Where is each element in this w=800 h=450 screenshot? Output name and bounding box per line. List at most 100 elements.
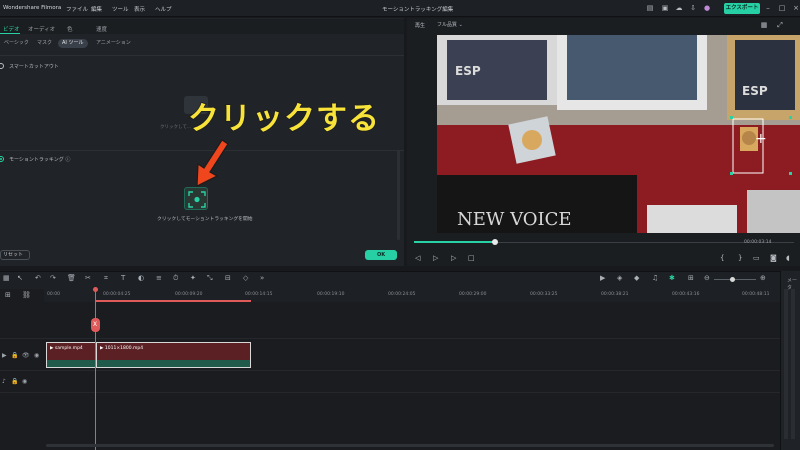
zoom-slider[interactable] [714,279,756,280]
color-icon[interactable]: ◐ [138,274,144,282]
mark-out-icon[interactable]: } [738,254,742,262]
menu-view[interactable]: 表示 [134,5,145,13]
prev-frame-icon[interactable]: ◁ [415,254,420,262]
app-name: Wondershare Filmora [3,5,62,11]
playhead-top[interactable] [93,287,98,292]
panel-scrollbar[interactable] [397,150,400,240]
adjust-icon[interactable]: ≡ [156,274,162,282]
eye-icon[interactable]: 👁 [22,352,30,359]
shield-icon[interactable]: ◈ [617,274,622,282]
tick-label: 00:00:24:05 [388,292,416,297]
text-icon[interactable]: T [121,274,125,282]
effects-icon[interactable]: ✦ [190,274,196,282]
more-icon[interactable]: » [260,274,264,282]
close-icon[interactable]: × [792,4,800,12]
menu-help[interactable]: ヘルプ [155,5,172,13]
mic-icon[interactable]: ♫ [652,274,658,282]
menu-tools[interactable]: ツール [112,5,129,13]
video-preview[interactable]: ESP ESP NEW VOICE + [437,35,800,233]
timer-icon[interactable]: ⏱ [173,274,178,283]
clip-audio-band [47,360,95,367]
tracker-handle[interactable] [789,116,792,119]
tab-speed[interactable]: 速度 [96,25,107,33]
mute-icon[interactable]: ◉ [22,378,27,385]
tracker-crosshair[interactable]: + [755,131,767,147]
timeline-hscrollbar[interactable] [46,444,774,447]
menu-file[interactable]: ファイル [66,5,88,13]
subtab-mask[interactable]: マスク [33,39,56,48]
keyframe-icon[interactable]: ◇ [243,274,248,282]
tab-color[interactable]: 色 [67,25,73,33]
download-icon[interactable]: ⇩ [689,4,697,12]
ok-button[interactable]: OK [365,250,397,260]
delete-icon[interactable]: 🗑 [67,274,76,282]
svg-text:ESP: ESP [742,84,768,98]
maximize-icon[interactable]: □ [778,4,786,12]
save-icon[interactable]: ▣ [661,4,669,12]
zoom-in-icon[interactable]: ⊕ [760,274,766,282]
zoom-out-icon[interactable]: ⊖ [704,274,710,282]
seek-progress [414,241,495,243]
split-icon[interactable]: ⊟ [225,274,231,282]
audio-icon[interactable]: ◖ [786,254,790,262]
track-separator [0,392,780,393]
tracker-handle[interactable] [789,172,792,175]
playhead-marker[interactable]: X [91,318,100,332]
redo-icon[interactable]: ↷ [50,274,56,282]
transform-icon[interactable]: ⤡ [207,274,213,283]
lock-icon[interactable]: 🔒 [11,378,18,385]
selection-range[interactable] [96,300,251,302]
reset-button[interactable]: リセット [0,250,30,260]
annotation-text: クリックする [187,100,380,138]
playhead[interactable] [95,289,96,450]
cut-icon[interactable]: ✂ [85,274,91,282]
snapshot-icon[interactable]: ▦ [760,21,768,29]
seek-handle[interactable] [492,239,498,245]
menu-edit[interactable]: 編集 [91,5,102,13]
fullscreen-icon[interactable]: ⤢ [776,21,784,29]
pointer-icon[interactable]: ↖ [17,274,23,282]
timeline-clip-1[interactable]: ▶ sample.mp4 [46,342,96,368]
display-icon[interactable]: ▭ [753,254,760,262]
tracker-handle[interactable] [730,116,733,119]
next-frame-icon[interactable]: ▷ [451,254,456,262]
tracker-handle[interactable] [730,172,733,175]
avatar[interactable]: ● [703,4,711,12]
tick-label: 00:00:14:15 [245,292,273,297]
tab-video[interactable]: ビデオ [3,25,20,33]
crop-icon[interactable]: ⌗ [104,274,108,283]
quality-dropdown[interactable]: フル品質 ⌄ [434,20,482,30]
mark-in-icon[interactable]: { [720,254,724,262]
link-track-icon[interactable]: ⛓ [22,291,31,299]
subtab-ai-tools[interactable]: AI ツール [58,39,88,48]
zoom-slider-knob[interactable] [730,277,735,282]
panel-tabs [0,19,404,34]
auto-ripple-icon[interactable]: ✱ [669,274,675,282]
tick-label: 00:00:48:11 [742,292,770,297]
subtab-animation[interactable]: アニメーション [92,39,135,48]
visibility-icon[interactable]: ◉ [34,352,39,359]
divider [0,55,404,56]
stop-icon[interactable]: □ [468,254,475,262]
clip-audio-band [97,360,250,367]
marker-icon[interactable]: ◆ [634,274,639,282]
render-icon[interactable]: ▶ [600,274,605,282]
cloud-icon[interactable]: ☁ [675,4,683,12]
start-motion-tracking-button[interactable] [184,187,208,210]
undo-icon[interactable]: ↶ [35,274,41,282]
minimize-icon[interactable]: – [764,4,772,12]
layout-grid-icon[interactable]: ▦ [3,274,10,282]
camera-icon[interactable]: ◙ [770,254,777,262]
playhead-symbol: X [93,321,98,328]
lock-icon[interactable]: 🔒 [11,352,18,359]
play-icon[interactable]: ▷ [433,254,438,262]
export-button[interactable]: エクスポート ⌄ [724,3,760,22]
tick-label: 00:00:09:20 [175,292,203,297]
tab-audio[interactable]: オーディオ [28,25,55,33]
add-track-icon[interactable]: ⊞ [5,291,11,299]
timeline-clip-2[interactable]: ▶ 1011×1800.mp4 [96,342,251,368]
subtab-basic[interactable]: ベーシック [0,39,33,48]
layout-icon[interactable]: ▤ [646,4,654,12]
preview-label: 再生 [415,23,426,29]
link-icon[interactable]: ⊞ [688,274,694,282]
